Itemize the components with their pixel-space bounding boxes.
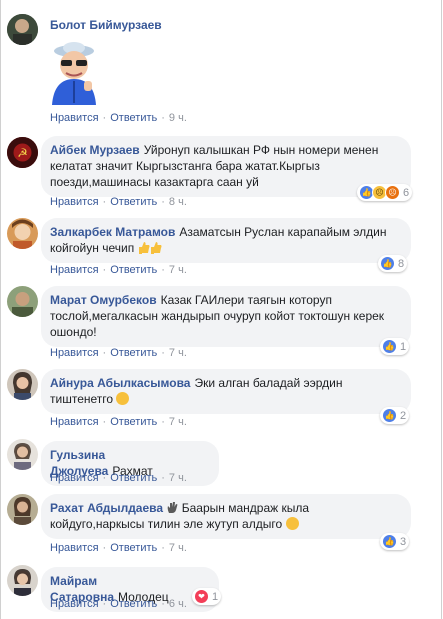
like-link[interactable]: Нравится bbox=[50, 472, 99, 484]
avatar[interactable] bbox=[7, 286, 38, 317]
grinning-emoji-icon bbox=[116, 392, 130, 405]
timestamp[interactable]: 7 ч. bbox=[169, 542, 187, 554]
avatar[interactable] bbox=[7, 494, 38, 525]
comment-actions: Нравится · Ответить · 7 ч. bbox=[50, 542, 187, 554]
comment-bubble: Залкарбек Матрамов Азаматсын Руслан карап… bbox=[41, 218, 411, 263]
reply-link[interactable]: Ответить bbox=[110, 347, 157, 359]
reply-link[interactable]: Ответить bbox=[110, 416, 157, 428]
timestamp[interactable]: 9 ч. bbox=[169, 112, 187, 124]
reply-link[interactable]: Ответить bbox=[110, 472, 157, 484]
reactions-summary[interactable]: 👍 8 bbox=[378, 255, 408, 272]
timestamp[interactable]: 6 ч. bbox=[169, 598, 187, 610]
timestamp[interactable]: 7 ч. bbox=[169, 416, 187, 428]
comment-bubble: Айнура Абылкасымова Эки алган баладай ээр… bbox=[41, 369, 411, 414]
comment-author[interactable]: Марат Омурбеков bbox=[50, 293, 157, 307]
reaction-count: 8 bbox=[398, 257, 405, 270]
comment-bubble: Айбек Мурзаев Уйронуп калышкан РФ нын ном… bbox=[41, 136, 411, 197]
reactions-summary[interactable]: 👍 ☹ ☹ 6 bbox=[357, 184, 413, 201]
comment-author[interactable]: Болот Биймурзаев bbox=[50, 18, 162, 32]
comment-actions: Нравится · Ответить · 7 ч. bbox=[50, 347, 187, 359]
frame-border-right bbox=[441, 0, 442, 619]
angry-icon: ☹ bbox=[385, 185, 400, 200]
avatar[interactable] bbox=[7, 565, 38, 596]
comment-actions: Нравится · Ответить · 9 ч. bbox=[50, 112, 187, 124]
avatar[interactable]: ☭ bbox=[7, 137, 38, 168]
comment-actions: Нравится · Ответить · 7 ч. bbox=[50, 416, 187, 428]
reply-link[interactable]: Ответить bbox=[110, 196, 157, 208]
reaction-count: 1 bbox=[400, 340, 407, 353]
reply-link[interactable]: Ответить bbox=[110, 598, 157, 610]
comment-author[interactable]: Айбек Мурзаев bbox=[50, 143, 140, 157]
comment-bubble: Марат Омурбеков Казак ГАИлери таягын кото… bbox=[41, 286, 411, 347]
frame-border-left bbox=[0, 0, 1, 619]
comment-author[interactable]: Айнура Абылкасымова bbox=[50, 376, 190, 390]
like-link[interactable]: Нравится bbox=[50, 347, 99, 359]
thumbs-up-emoji-icon bbox=[150, 242, 162, 254]
reaction-count: 6 bbox=[403, 186, 410, 199]
thumbs-up-emoji-icon bbox=[138, 242, 150, 254]
timestamp[interactable]: 7 ч. bbox=[169, 347, 187, 359]
love-icon: ❤ bbox=[194, 589, 209, 604]
like-icon: 👍 bbox=[382, 408, 397, 423]
comment-author[interactable]: Залкарбек Матрамов bbox=[50, 225, 175, 239]
comment-bubble: Рахат Абдылдаева Баарын мандраж кыла кой… bbox=[41, 494, 411, 539]
like-icon: 👍 bbox=[382, 534, 397, 549]
comment-actions: Нравится · Ответить · 8 ч. bbox=[50, 196, 187, 208]
grinning-emoji-icon bbox=[285, 517, 299, 530]
like-link[interactable]: Нравится bbox=[50, 264, 99, 276]
like-icon: 👍 bbox=[382, 339, 397, 354]
reactions-summary[interactable]: ❤ 1 bbox=[192, 588, 222, 605]
timestamp[interactable]: 7 ч. bbox=[169, 264, 187, 276]
reaction-count: 2 bbox=[400, 409, 407, 422]
reaction-count: 1 bbox=[212, 590, 219, 603]
reactions-summary[interactable]: 👍 1 bbox=[380, 338, 410, 355]
like-link[interactable]: Нравится bbox=[50, 196, 99, 208]
reaction-count: 3 bbox=[400, 535, 407, 548]
avatar[interactable] bbox=[7, 218, 38, 249]
avatar[interactable] bbox=[7, 14, 38, 45]
like-link[interactable]: Нравится bbox=[50, 112, 99, 124]
svg-text:☭: ☭ bbox=[17, 146, 28, 160]
comment-author[interactable]: Рахат Абдылдаева bbox=[50, 501, 163, 515]
like-link[interactable]: Нравится bbox=[50, 598, 99, 610]
reactions-summary[interactable]: 👍 2 bbox=[380, 407, 410, 424]
reactions-summary[interactable]: 👍 3 bbox=[380, 533, 410, 550]
comment-actions: Нравится · Ответить · 6 ч. bbox=[50, 598, 187, 610]
waving-hand-emoji-icon bbox=[168, 502, 178, 513]
reply-link[interactable]: Ответить bbox=[110, 264, 157, 276]
timestamp[interactable]: 8 ч. bbox=[169, 196, 187, 208]
comment-actions: Нравится · Ответить · 7 ч. bbox=[50, 472, 187, 484]
timestamp[interactable]: 7 ч. bbox=[169, 472, 187, 484]
avatar[interactable] bbox=[7, 369, 38, 400]
like-icon: 👍 bbox=[380, 256, 395, 271]
like-link[interactable]: Нравится bbox=[50, 416, 99, 428]
sticker bbox=[44, 37, 104, 105]
reply-link[interactable]: Ответить bbox=[110, 542, 157, 554]
comment-actions: Нравится · Ответить · 7 ч. bbox=[50, 264, 187, 276]
avatar[interactable] bbox=[7, 439, 38, 470]
reply-link[interactable]: Ответить bbox=[110, 112, 157, 124]
like-link[interactable]: Нравится bbox=[50, 542, 99, 554]
